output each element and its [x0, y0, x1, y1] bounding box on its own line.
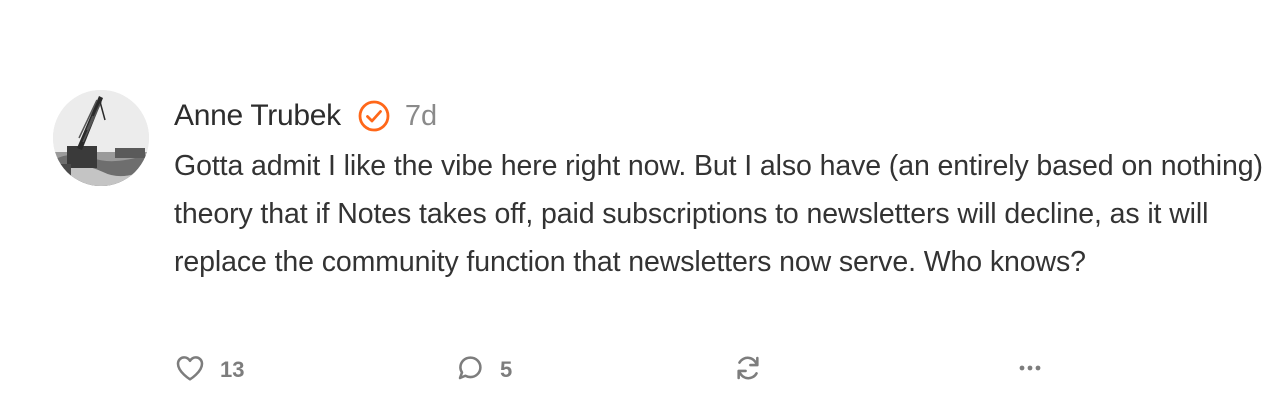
verified-badge-icon [357, 99, 391, 133]
avatar[interactable] [53, 90, 149, 186]
more-icon [1014, 352, 1046, 389]
note-text: Gotta admit I like the vibe here right n… [174, 150, 1263, 278]
avatar-image [53, 90, 149, 186]
heart-icon [174, 352, 206, 389]
author-name[interactable]: Anne Trubek [174, 99, 341, 133]
more-options-button[interactable] [1014, 350, 1046, 390]
restack-button[interactable] [732, 350, 764, 390]
note-header: Anne Trubek 7d [174, 96, 437, 136]
comment-count: 5 [500, 357, 513, 382]
like-button[interactable]: 13 [174, 350, 244, 390]
post-timestamp[interactable]: 7d [405, 100, 437, 133]
note-card: Anne Trubek 7d Gotta admit I like the vi… [0, 0, 1284, 410]
comment-button[interactable]: 5 [454, 350, 512, 390]
comment-icon [454, 352, 486, 389]
like-count: 13 [220, 357, 245, 382]
restack-icon [732, 352, 764, 389]
action-bar: 13 5 [174, 350, 1274, 390]
